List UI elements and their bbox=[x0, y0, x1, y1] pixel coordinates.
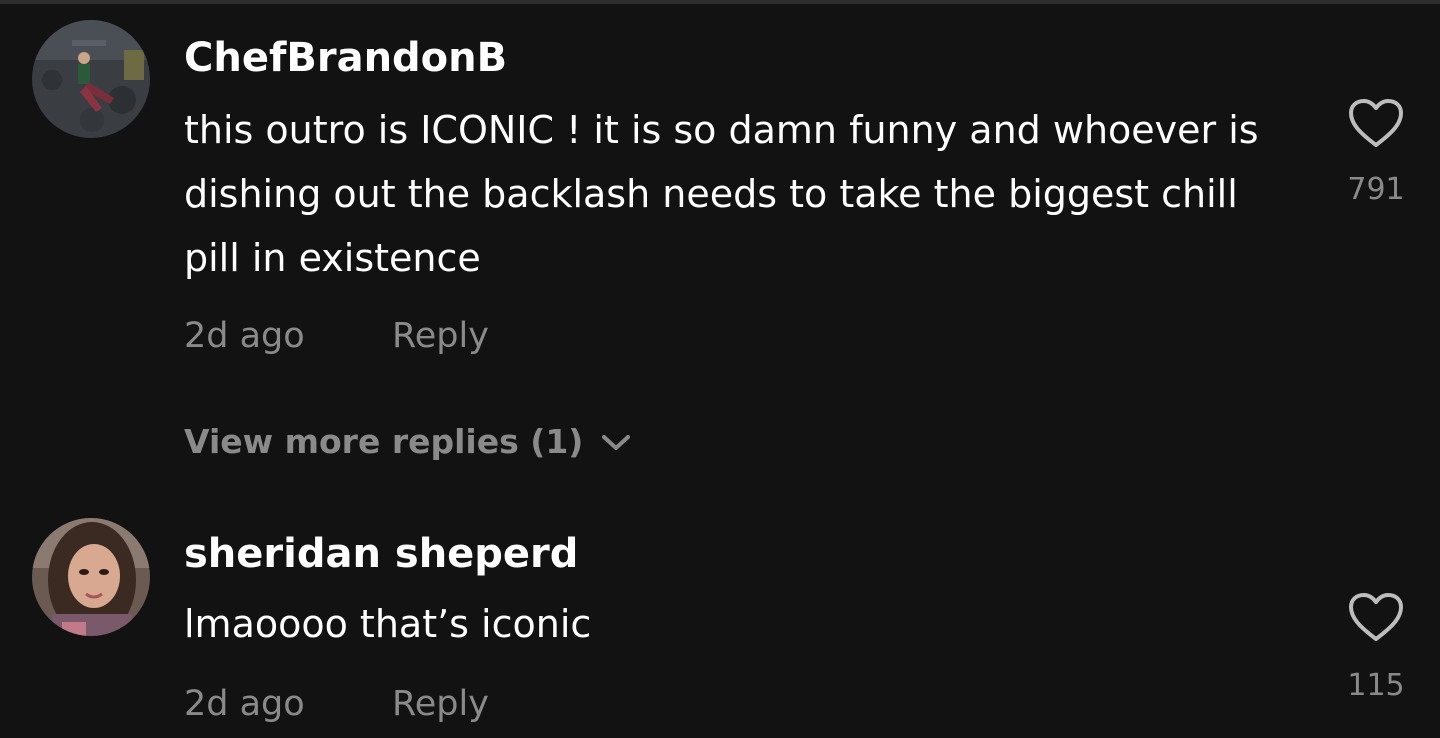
comment-text: lmaoooo that’s iconic bbox=[184, 602, 592, 646]
like-button[interactable] bbox=[1348, 592, 1404, 644]
comment-item: sheridan sheperd lmaoooo that’s iconic 2… bbox=[0, 504, 1440, 738]
view-more-replies-label: View more replies (1) bbox=[184, 422, 584, 461]
reply-button[interactable]: Reply bbox=[392, 312, 489, 360]
reply-button[interactable]: Reply bbox=[392, 680, 489, 728]
comment-text: this outro is ICONIC ! it is so damn fun… bbox=[184, 108, 1259, 280]
chevron-down-icon bbox=[601, 417, 631, 465]
heart-outline-icon bbox=[1349, 593, 1403, 641]
view-more-replies-button[interactable]: View more replies (1) bbox=[184, 418, 631, 466]
comment-timestamp: 2d ago bbox=[184, 684, 305, 724]
like-count: 791 bbox=[1347, 172, 1405, 207]
comment-item: ChefBrandonB this outro is ICONIC ! it i… bbox=[0, 4, 1440, 504]
avatar[interactable] bbox=[32, 518, 150, 636]
comment-meta: 2d ago Reply bbox=[184, 312, 489, 360]
avatar-image bbox=[32, 518, 150, 636]
like-button[interactable] bbox=[1348, 98, 1404, 150]
avatar[interactable] bbox=[32, 20, 150, 138]
comment-username[interactable]: ChefBrandonB bbox=[184, 34, 507, 82]
heart-outline-icon bbox=[1349, 99, 1403, 147]
comment-timestamp: 2d ago bbox=[184, 316, 305, 356]
comments-panel: ChefBrandonB this outro is ICONIC ! it i… bbox=[0, 0, 1440, 738]
avatar-image bbox=[32, 20, 150, 138]
comment-meta: 2d ago Reply bbox=[184, 680, 489, 728]
like-count: 115 bbox=[1347, 668, 1405, 703]
comment-username[interactable]: sheridan sheperd bbox=[184, 530, 578, 578]
